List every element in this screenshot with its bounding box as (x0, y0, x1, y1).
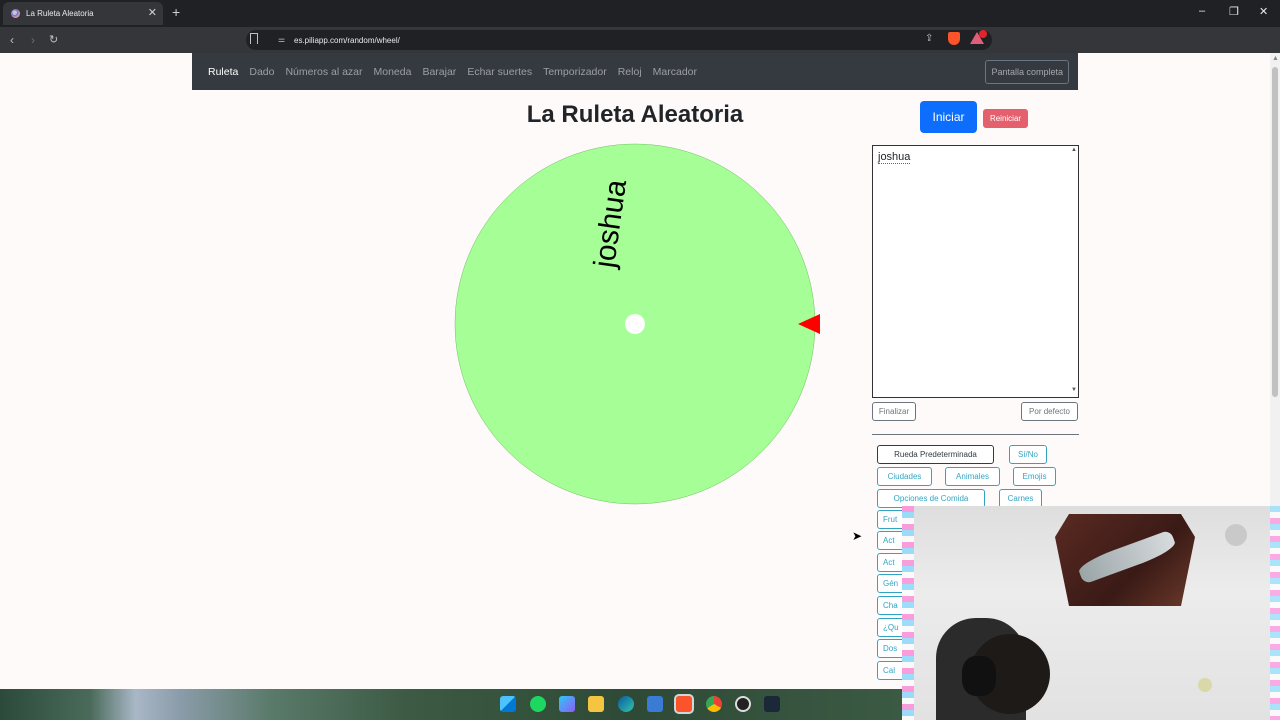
back-arrow-icon[interactable]: ‹ (10, 33, 14, 47)
preset-cities[interactable]: Ciudades (877, 467, 932, 486)
share-icon[interactable]: ⇪ (925, 33, 933, 44)
mouse-cursor-icon: ➤ (852, 529, 863, 543)
led-strip-left (902, 506, 914, 720)
steam-icon[interactable] (764, 696, 780, 712)
nav-item-dado[interactable]: Dado (249, 66, 274, 78)
copilot-icon[interactable] (559, 696, 575, 712)
minimize-icon[interactable]: – (1199, 5, 1205, 17)
start-button[interactable]: Iniciar (920, 101, 977, 133)
browser-toolbar: ‹ › ↻ es.piliapp.com/random/wheel/ ⧉ ▣ ♫… (0, 27, 1280, 73)
name-entry: joshua (878, 151, 911, 164)
wall-switch (1198, 678, 1212, 692)
wheel[interactable]: joshua (440, 133, 840, 513)
textarea-scroll-down-icon[interactable]: ▼ (1071, 387, 1077, 393)
nav-item-ruleta[interactable]: Ruleta (208, 66, 238, 78)
nav-item-echar-suertes[interactable]: Echar suertes (467, 66, 532, 78)
wall-light (1225, 524, 1247, 546)
nav-item-numeros[interactable]: Números al azar (285, 66, 362, 78)
tab-title: La Ruleta Aleatoria (26, 9, 94, 18)
store-icon[interactable] (647, 696, 663, 712)
spotify-icon[interactable] (530, 696, 546, 712)
browser-tab-bar: La Ruleta Aleatoria ✕ + – ❐ ✕ (0, 0, 1280, 27)
default-button[interactable]: Por defecto (1021, 402, 1078, 421)
rewards-badge (979, 30, 987, 38)
browser-tab[interactable]: La Ruleta Aleatoria ✕ (3, 2, 163, 25)
file-explorer-icon[interactable] (588, 696, 604, 712)
windows-start-icon[interactable] (500, 696, 516, 712)
favicon-icon (11, 9, 20, 18)
brave-taskbar-icon[interactable] (674, 694, 694, 714)
headset (962, 656, 996, 696)
nav-item-barajar[interactable]: Barajar (422, 66, 456, 78)
divider (872, 434, 1079, 435)
reload-icon[interactable]: ↻ (49, 33, 58, 46)
scroll-up-icon[interactable]: ▲ (1272, 55, 1279, 62)
site-navbar: Ruleta Dado Números al azar Moneda Baraj… (192, 53, 1078, 90)
scroll-thumb[interactable] (1272, 67, 1278, 397)
finish-button[interactable]: Finalizar (872, 402, 916, 421)
nav-item-temporizador[interactable]: Temporizador (543, 66, 607, 78)
preset-default-wheel[interactable]: Rueda Predeterminada (877, 445, 994, 464)
window-close-icon[interactable]: ✕ (1259, 5, 1268, 18)
nav-item-reloj[interactable]: Reloj (618, 66, 642, 78)
edge-icon[interactable] (618, 696, 634, 712)
webcam-overlay (902, 506, 1280, 720)
led-strip-right (1270, 506, 1280, 720)
brave-shields-icon[interactable] (948, 32, 960, 45)
bookmark-icon[interactable] (250, 33, 258, 44)
tab-close-icon[interactable]: ✕ (148, 6, 157, 19)
restore-icon[interactable]: ❐ (1229, 5, 1239, 18)
new-tab-icon[interactable]: + (172, 4, 180, 20)
url-text: es.piliapp.com/random/wheel/ (294, 35, 400, 45)
nav-item-moneda[interactable]: Moneda (374, 66, 412, 78)
site-info-icon[interactable]: ⚌ (278, 35, 285, 44)
preset-emojis[interactable]: Emojis (1013, 467, 1056, 486)
wheel-center-dot (625, 314, 645, 334)
preset-yes-no[interactable]: Sí/No (1009, 445, 1047, 464)
page-title: La Ruleta Aleatoria (526, 101, 744, 128)
app-icon[interactable] (735, 696, 751, 712)
url-field[interactable]: es.piliapp.com/random/wheel/ (246, 30, 992, 50)
os-taskbar (0, 689, 902, 720)
forward-arrow-icon[interactable]: › (31, 33, 35, 47)
textarea-scroll-up-icon[interactable]: ▲ (1071, 147, 1077, 153)
chrome-icon[interactable] (706, 696, 722, 712)
preset-animals[interactable]: Animales (945, 467, 1000, 486)
fullscreen-button[interactable]: Pantalla completa (985, 60, 1069, 84)
reset-button[interactable]: Reiniciar (983, 109, 1028, 128)
nav-item-marcador[interactable]: Marcador (653, 66, 697, 78)
names-textarea[interactable]: joshua ▲ ▼ (872, 145, 1079, 398)
